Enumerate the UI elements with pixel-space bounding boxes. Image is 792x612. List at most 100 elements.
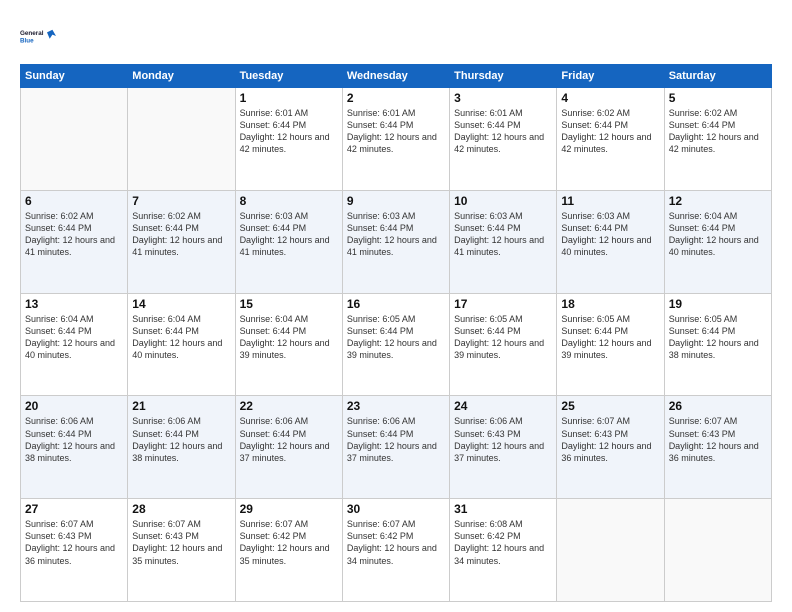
calendar-cell [664,499,771,602]
day-info: Sunrise: 6:05 AM Sunset: 6:44 PM Dayligh… [561,313,659,362]
calendar-cell: 27 Sunrise: 6:07 AM Sunset: 6:43 PM Dayli… [21,499,128,602]
calendar-cell: 30 Sunrise: 6:07 AM Sunset: 6:42 PM Dayli… [342,499,449,602]
day-number: 25 [561,399,659,413]
day-number: 12 [669,194,767,208]
calendar-week-row: 6Sunrise: 6:02 AM Sunset: 6:44 PM Daylig… [21,190,772,293]
calendar-cell: 9 Sunrise: 6:03 AM Sunset: 6:44 PM Daylig… [342,190,449,293]
day-number: 11 [561,194,659,208]
calendar-cell: 17Sunrise: 6:05 AM Sunset: 6:44 PM Dayli… [450,293,557,396]
day-info: Sunrise: 6:01 AM Sunset: 6:44 PM Dayligh… [454,107,552,156]
day-info: Sunrise: 6:07 AM Sunset: 6:43 PM Dayligh… [132,518,230,567]
weekday-header-thursday: Thursday [450,65,557,88]
day-number: 17 [454,297,552,311]
day-number: 1 [240,91,338,105]
day-number: 29 [240,502,338,516]
day-info: Sunrise: 6:02 AM Sunset: 6:44 PM Dayligh… [561,107,659,156]
svg-text:General: General [20,30,44,37]
calendar-cell: 26 Sunrise: 6:07 AM Sunset: 6:43 PM Dayli… [664,396,771,499]
day-info: Sunrise: 6:03 AM Sunset: 6:44 PM Dayligh… [240,210,338,259]
calendar-cell: 7 Sunrise: 6:02 AM Sunset: 6:44 PM Daylig… [128,190,235,293]
day-number: 7 [132,194,230,208]
weekday-header-monday: Monday [128,65,235,88]
day-number: 8 [240,194,338,208]
day-number: 27 [25,502,123,516]
weekday-header-row: SundayMondayTuesdayWednesdayThursdayFrid… [21,65,772,88]
day-info: Sunrise: 6:01 AM Sunset: 6:44 PM Dayligh… [240,107,338,156]
calendar-cell: 18 Sunrise: 6:05 AM Sunset: 6:44 PM Dayli… [557,293,664,396]
day-info: Sunrise: 6:03 AM Sunset: 6:44 PM Dayligh… [347,210,445,259]
calendar-cell: 20Sunrise: 6:06 AM Sunset: 6:44 PM Dayli… [21,396,128,499]
calendar-week-row: 20Sunrise: 6:06 AM Sunset: 6:44 PM Dayli… [21,396,772,499]
day-info: Sunrise: 6:08 AM Sunset: 6:42 PM Dayligh… [454,518,552,567]
day-number: 30 [347,502,445,516]
day-info: Sunrise: 6:02 AM Sunset: 6:44 PM Dayligh… [132,210,230,259]
weekday-header-sunday: Sunday [21,65,128,88]
calendar-cell: 23 Sunrise: 6:06 AM Sunset: 6:44 PM Dayli… [342,396,449,499]
day-number: 9 [347,194,445,208]
calendar-cell [21,88,128,191]
day-number: 24 [454,399,552,413]
calendar-week-row: 27 Sunrise: 6:07 AM Sunset: 6:43 PM Dayli… [21,499,772,602]
calendar-cell: 22Sunrise: 6:06 AM Sunset: 6:44 PM Dayli… [235,396,342,499]
weekday-header-tuesday: Tuesday [235,65,342,88]
day-number: 31 [454,502,552,516]
weekday-header-friday: Friday [557,65,664,88]
day-info: Sunrise: 6:04 AM Sunset: 6:44 PM Dayligh… [25,313,123,362]
day-number: 13 [25,297,123,311]
day-info: Sunrise: 6:03 AM Sunset: 6:44 PM Dayligh… [561,210,659,259]
day-number: 14 [132,297,230,311]
calendar-cell [557,499,664,602]
day-info: Sunrise: 6:06 AM Sunset: 6:44 PM Dayligh… [25,415,123,464]
day-number: 10 [454,194,552,208]
calendar-cell: 14Sunrise: 6:04 AM Sunset: 6:44 PM Dayli… [128,293,235,396]
calendar-cell: 29 Sunrise: 6:07 AM Sunset: 6:42 PM Dayli… [235,499,342,602]
calendar-week-row: 1 Sunrise: 6:01 AM Sunset: 6:44 PM Daylig… [21,88,772,191]
day-number: 5 [669,91,767,105]
calendar-cell [128,88,235,191]
calendar-cell: 15Sunrise: 6:04 AM Sunset: 6:44 PM Dayli… [235,293,342,396]
day-number: 26 [669,399,767,413]
calendar-cell: 10 Sunrise: 6:03 AM Sunset: 6:44 PM Dayli… [450,190,557,293]
calendar-cell: 13 Sunrise: 6:04 AM Sunset: 6:44 PM Dayli… [21,293,128,396]
day-info: Sunrise: 6:07 AM Sunset: 6:42 PM Dayligh… [240,518,338,567]
calendar-cell: 5 Sunrise: 6:02 AM Sunset: 6:44 PM Daylig… [664,88,771,191]
day-number: 15 [240,297,338,311]
day-number: 4 [561,91,659,105]
day-info: Sunrise: 6:07 AM Sunset: 6:43 PM Dayligh… [25,518,123,567]
calendar-cell: 6Sunrise: 6:02 AM Sunset: 6:44 PM Daylig… [21,190,128,293]
day-info: Sunrise: 6:06 AM Sunset: 6:44 PM Dayligh… [347,415,445,464]
day-number: 3 [454,91,552,105]
header: General Blue [20,18,772,54]
day-info: Sunrise: 6:07 AM Sunset: 6:43 PM Dayligh… [669,415,767,464]
calendar-cell: 1 Sunrise: 6:01 AM Sunset: 6:44 PM Daylig… [235,88,342,191]
day-info: Sunrise: 6:07 AM Sunset: 6:42 PM Dayligh… [347,518,445,567]
day-info: Sunrise: 6:03 AM Sunset: 6:44 PM Dayligh… [454,210,552,259]
day-number: 21 [132,399,230,413]
calendar-cell: 11 Sunrise: 6:03 AM Sunset: 6:44 PM Dayli… [557,190,664,293]
calendar-cell: 19Sunrise: 6:05 AM Sunset: 6:44 PM Dayli… [664,293,771,396]
svg-text:Blue: Blue [20,37,34,44]
day-number: 18 [561,297,659,311]
calendar-cell: 31 Sunrise: 6:08 AM Sunset: 6:42 PM Dayli… [450,499,557,602]
day-info: Sunrise: 6:05 AM Sunset: 6:44 PM Dayligh… [347,313,445,362]
day-number: 16 [347,297,445,311]
logo: General Blue [20,18,56,54]
calendar-body: 1 Sunrise: 6:01 AM Sunset: 6:44 PM Daylig… [21,88,772,602]
day-number: 22 [240,399,338,413]
calendar-week-row: 13 Sunrise: 6:04 AM Sunset: 6:44 PM Dayli… [21,293,772,396]
calendar-cell: 25Sunrise: 6:07 AM Sunset: 6:43 PM Dayli… [557,396,664,499]
day-info: Sunrise: 6:02 AM Sunset: 6:44 PM Dayligh… [669,107,767,156]
day-number: 28 [132,502,230,516]
day-number: 23 [347,399,445,413]
day-info: Sunrise: 6:04 AM Sunset: 6:44 PM Dayligh… [669,210,767,259]
calendar-cell: 3 Sunrise: 6:01 AM Sunset: 6:44 PM Daylig… [450,88,557,191]
day-info: Sunrise: 6:05 AM Sunset: 6:44 PM Dayligh… [669,313,767,362]
generalblue-logo-icon: General Blue [20,18,56,54]
day-number: 2 [347,91,445,105]
calendar-cell: 16 Sunrise: 6:05 AM Sunset: 6:44 PM Dayli… [342,293,449,396]
calendar-cell: 4 Sunrise: 6:02 AM Sunset: 6:44 PM Daylig… [557,88,664,191]
weekday-header-wednesday: Wednesday [342,65,449,88]
calendar-cell: 8 Sunrise: 6:03 AM Sunset: 6:44 PM Daylig… [235,190,342,293]
calendar-cell: 12 Sunrise: 6:04 AM Sunset: 6:44 PM Dayli… [664,190,771,293]
day-info: Sunrise: 6:02 AM Sunset: 6:44 PM Dayligh… [25,210,123,259]
